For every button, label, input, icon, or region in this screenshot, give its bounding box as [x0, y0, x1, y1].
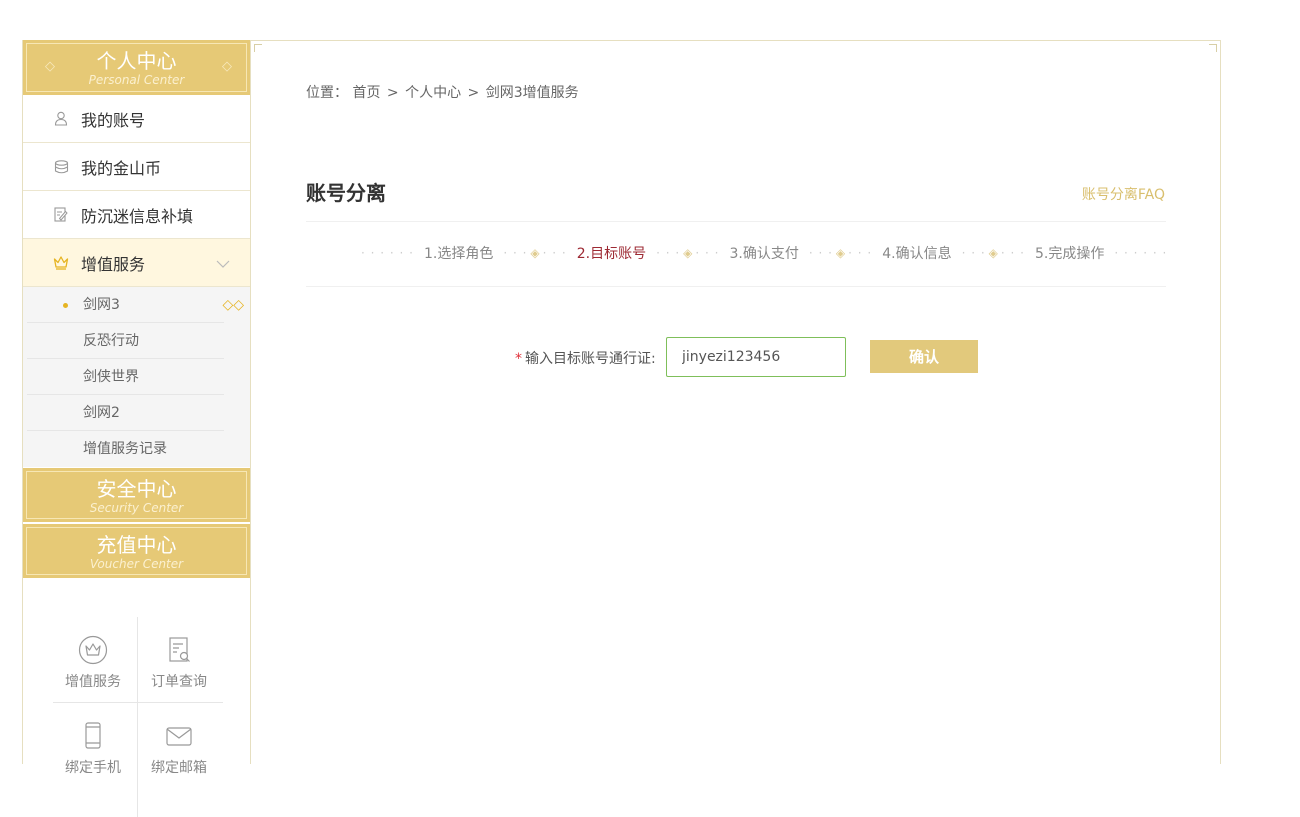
- dotted-connector: · · ·: [542, 246, 567, 260]
- corner-ornament: [254, 44, 262, 52]
- quick-link-bind-email[interactable]: 绑定邮箱: [137, 703, 221, 787]
- quick-link-bind-phone[interactable]: 绑定手机: [51, 703, 135, 787]
- sidebar-item-value-added[interactable]: 增值服务: [23, 239, 250, 287]
- security-center-banner[interactable]: 安全中心 Security Center: [23, 468, 250, 522]
- faq-link[interactable]: 账号分离FAQ: [1082, 184, 1165, 204]
- user-icon: [53, 111, 69, 127]
- sidebar: ◇ 个人中心 Personal Center ◇ 我的账号 我的金山币 防沉迷信…: [22, 40, 251, 817]
- sidebar-item-my-coins[interactable]: 我的金山币: [23, 143, 250, 191]
- submenu-item-label: 剑网3: [83, 297, 120, 313]
- sidebar-item-label: 我的金山币: [81, 158, 162, 178]
- voucher-center-title: 充值中心: [96, 533, 177, 557]
- dotted-connector: · · ·: [848, 246, 873, 260]
- page-title: 账号分离: [306, 181, 386, 205]
- breadcrumb-home[interactable]: 首页: [352, 85, 380, 101]
- sidebar-item-label: 防沉迷信息补填: [81, 206, 194, 226]
- submenu-item-jx2[interactable]: 剑网2: [27, 395, 224, 431]
- quick-link-value-added[interactable]: 增值服务: [51, 617, 135, 701]
- submenu-item-label: 反恐行动: [83, 333, 139, 349]
- coins-icon: [53, 159, 69, 175]
- personal-center-title: 个人中心: [96, 49, 177, 73]
- step-1: 1.选择角色: [423, 246, 494, 262]
- sidebar-item-anti-addiction[interactable]: 防沉迷信息补填: [23, 191, 250, 239]
- submenu-item-jxsj[interactable]: 剑侠世界: [27, 359, 224, 395]
- personal-center-subtitle: Personal Center: [88, 73, 185, 87]
- diamond-ornament-icon: ◇◇: [222, 297, 244, 313]
- dotted-connector: · · ·: [656, 246, 681, 260]
- knot-ornament-icon: ◈: [988, 246, 998, 260]
- target-account-label-text: 输入目标账号通行证:: [525, 351, 656, 367]
- step-5: 5.完成操作: [1034, 246, 1105, 262]
- security-center-title: 安全中心: [96, 477, 177, 501]
- sidebar-item-label: 增值服务: [81, 254, 146, 274]
- quick-link-order-search[interactable]: 订单查询: [137, 617, 221, 701]
- breadcrumb-separator: >: [467, 85, 480, 101]
- phone-icon: [78, 721, 108, 751]
- submenu-item-jx3[interactable]: 剑网3 ◇◇: [27, 287, 244, 323]
- sidebar-item-label: 我的账号: [81, 110, 146, 130]
- corner-ornament: [1209, 44, 1217, 52]
- submenu-item-label: 增值服务记录: [83, 441, 167, 457]
- target-account-label: * 输入目标账号通行证:: [515, 348, 656, 368]
- sidebar-item-my-account[interactable]: 我的账号: [23, 95, 250, 143]
- step-4: 4.确认信息: [882, 246, 952, 262]
- quick-link-label: 绑定邮箱: [151, 760, 207, 776]
- dotted-connector: · · ·: [961, 246, 986, 260]
- submenu-item-records[interactable]: 增值服务记录: [27, 431, 224, 467]
- main-panel: 位置： 首页 > 个人中心 > 剑网3增值服务 账号分离 账号分离FAQ · ·…: [251, 40, 1221, 764]
- submenu-item-label: 剑网2: [83, 405, 120, 421]
- personal-center-banner[interactable]: ◇ 个人中心 Personal Center ◇: [23, 40, 250, 95]
- step-progress: · · · · · · 1.选择角色 · · · ◈ · · · 2.目标账号 · …: [361, 243, 1166, 263]
- voucher-center-banner[interactable]: 充值中心 Voucher Center: [23, 524, 250, 578]
- confirm-button[interactable]: 确认: [870, 340, 978, 373]
- quick-link-label: 绑定手机: [65, 760, 121, 776]
- value-added-submenu: 剑网3 ◇◇ 反恐行动 剑侠世界 剑网2 增值服务记录: [23, 287, 250, 467]
- breadcrumb: 位置： 首页 > 个人中心 > 剑网3增值服务: [306, 82, 579, 102]
- step-3: 3.确认支付: [729, 246, 799, 262]
- chevron-down-icon[interactable]: [216, 253, 230, 272]
- breadcrumb-current: 剑网3增值服务: [485, 85, 579, 101]
- step-2-current: 2.目标账号: [576, 246, 647, 262]
- dotted-connector: · · · · · ·: [361, 246, 414, 260]
- submenu-item-label: 剑侠世界: [83, 369, 139, 385]
- dotted-connector: · · ·: [695, 246, 720, 260]
- order-search-icon: [164, 635, 194, 665]
- dotted-connector: · · ·: [1000, 246, 1025, 260]
- breadcrumb-separator: >: [386, 85, 399, 101]
- quick-link-label: 增值服务: [65, 674, 121, 690]
- knot-ornament-icon: ◈: [683, 246, 693, 260]
- divider: [306, 221, 1166, 222]
- knot-ornament-icon: ◈: [530, 246, 540, 260]
- mail-icon: [164, 721, 194, 751]
- dotted-connector: · · ·: [503, 246, 528, 260]
- divider: [306, 286, 1166, 287]
- breadcrumb-personal-center[interactable]: 个人中心: [405, 85, 461, 101]
- crown-icon: [53, 255, 69, 271]
- target-account-form: *输入目标账号通行证: 确认: [251, 337, 1221, 377]
- target-account-input[interactable]: [666, 337, 846, 377]
- quick-link-label: 订单查询: [151, 674, 207, 690]
- edit-form-icon: [53, 207, 69, 223]
- crown-circle-icon: [78, 635, 108, 665]
- active-dot-icon: [63, 303, 68, 308]
- voucher-center-subtitle: Voucher Center: [89, 557, 184, 571]
- diamond-ornament-icon: ◇: [222, 59, 232, 74]
- dotted-connector: · · · · · ·: [1114, 246, 1168, 260]
- required-mark: *: [515, 351, 522, 367]
- security-center-subtitle: Security Center: [89, 501, 184, 515]
- dotted-connector: · · ·: [808, 246, 833, 260]
- submenu-item-counter-terror[interactable]: 反恐行动: [27, 323, 224, 359]
- breadcrumb-prefix: 位置：: [306, 85, 348, 101]
- knot-ornament-icon: ◈: [835, 246, 846, 260]
